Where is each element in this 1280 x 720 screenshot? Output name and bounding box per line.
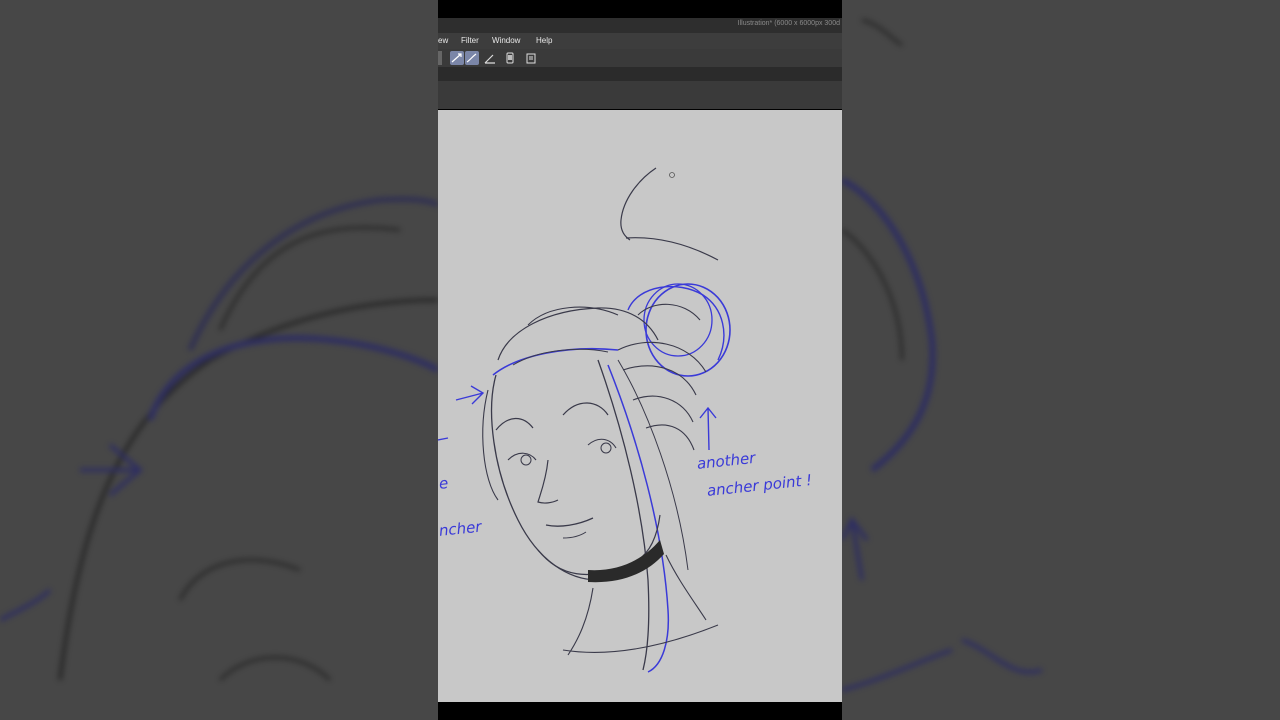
- brush-stroke-icon[interactable]: [465, 51, 479, 65]
- annotation-left-e: e: [438, 474, 450, 493]
- drawing-canvas[interactable]: another ancher point ! e ncher: [438, 110, 842, 702]
- device-icon[interactable]: [503, 51, 517, 65]
- clipboard-icon[interactable]: [524, 51, 538, 65]
- menu-filter[interactable]: Filter: [461, 36, 479, 45]
- toolbar-edge: [438, 51, 442, 65]
- menu-help[interactable]: Help: [536, 36, 552, 45]
- menu-window[interactable]: Window: [492, 36, 520, 45]
- app-window: Illustration* (6000 x 6000px 300d ew Fil…: [438, 0, 842, 720]
- toolbar-gap: [438, 67, 842, 81]
- letterbox-top: [438, 0, 842, 18]
- tool-bar: [438, 49, 842, 68]
- sub-tool-panel: [438, 81, 842, 109]
- document-title: Illustration* (6000 x 6000px 300d: [737, 20, 840, 27]
- pen-stroke-icon[interactable]: [450, 51, 464, 65]
- menu-bar: ew Filter Window Help: [438, 33, 842, 49]
- menu-view[interactable]: ew: [438, 36, 448, 45]
- blurred-background-right: [842, 0, 1280, 720]
- title-bar: Illustration* (6000 x 6000px 300d: [438, 18, 842, 33]
- ruler-icon[interactable]: [483, 51, 497, 65]
- sketch-drawing: [438, 167, 731, 673]
- letterbox-bottom: [438, 702, 842, 720]
- blurred-background-left: [0, 0, 438, 720]
